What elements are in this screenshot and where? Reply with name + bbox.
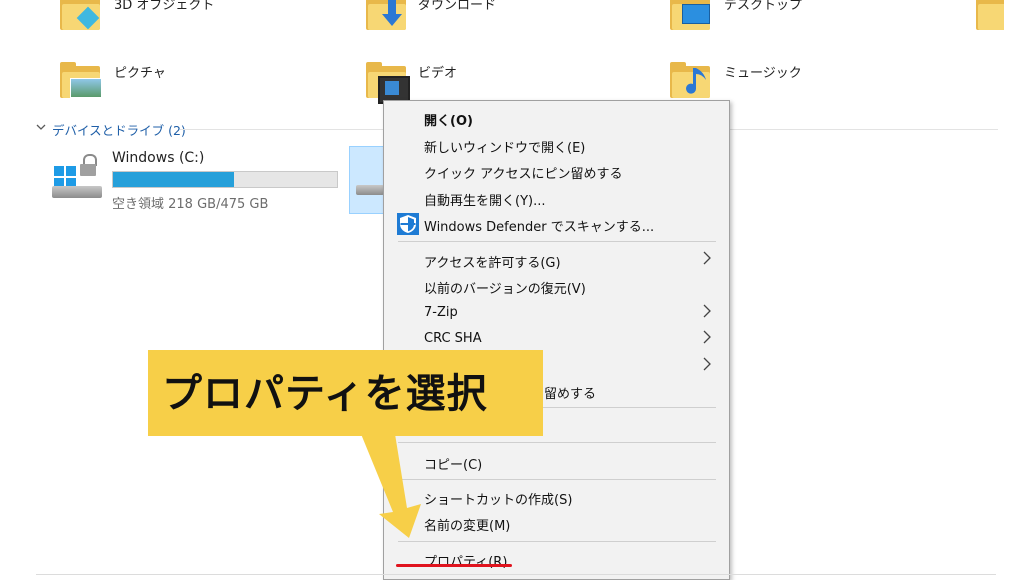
menu-item-crc-sha[interactable]: CRC SHA [424, 331, 482, 346]
landscape-photo-icon [70, 78, 102, 98]
menu-item-pin-start-partial[interactable]: 留めする [544, 383, 596, 402]
callout-text: プロパティを選択 [162, 371, 488, 417]
chevron-down-icon[interactable] [36, 124, 46, 132]
menu-item-open[interactable]: 開く(O) [424, 110, 473, 129]
folder-downloads-icon[interactable] [366, 0, 406, 30]
devices-section-header[interactable]: デバイスとドライブ (2) [52, 120, 186, 139]
folder-videos-icon[interactable] [366, 62, 410, 104]
drive-2-selected-tile[interactable] [349, 146, 385, 214]
menu-item-7zip[interactable]: 7-Zip [424, 305, 458, 320]
music-note-icon [686, 68, 706, 94]
hard-drive-icon [356, 185, 384, 195]
properties-highlight-underline [396, 564, 512, 567]
monitor-icon [682, 4, 710, 24]
shield-icon [397, 213, 419, 235]
context-menu[interactable]: 開く(O) 新しいウィンドウで開く(E) クイック アクセスにピン留めする 自動… [383, 100, 730, 580]
folder-music-icon[interactable] [670, 62, 710, 98]
chevron-right-icon [703, 330, 711, 344]
chevron-right-icon [703, 304, 711, 318]
bottom-divider [36, 574, 996, 575]
lock-icon [80, 154, 97, 176]
drive-c-free-space: 空き領域 218 GB/475 GB [112, 197, 269, 212]
menu-item-pin-quick-access[interactable]: クイック アクセスにピン留めする [424, 163, 622, 182]
chevron-right-icon [703, 251, 711, 265]
hard-drive-icon [52, 186, 102, 198]
folder-label-3d-objects[interactable]: 3D オブジェクト [114, 0, 214, 13]
chevron-right-icon [703, 357, 711, 371]
menu-item-restore-versions[interactable]: 以前のバージョンの復元(V) [424, 278, 586, 297]
folder-pictures-icon[interactable] [60, 62, 102, 98]
menu-separator [398, 442, 716, 443]
folder-label-downloads[interactable]: ダウンロード [418, 0, 496, 13]
folder-partial-icon[interactable] [976, 0, 1004, 30]
menu-item-rename[interactable]: 名前の変更(M) [424, 515, 510, 534]
folder-label-pictures[interactable]: ピクチャ [114, 62, 166, 81]
folder-3d-objects-icon[interactable] [60, 0, 100, 30]
folder-label-music[interactable]: ミュージック [724, 62, 802, 81]
callout-box: プロパティを選択 [148, 350, 543, 436]
menu-item-defender-scan[interactable]: Windows Defender でスキャンする... [424, 216, 654, 235]
menu-separator [398, 541, 716, 542]
menu-separator [398, 479, 716, 480]
folder-label-desktop[interactable]: デスクトップ [724, 0, 802, 13]
menu-separator [398, 241, 716, 242]
callout-arrow-icon [361, 434, 421, 538]
menu-item-open-new-window[interactable]: 新しいウィンドウで開く(E) [424, 137, 585, 156]
windows-logo-icon [54, 166, 76, 188]
drive-c-usage-fill [113, 172, 234, 187]
menu-item-create-shortcut[interactable]: ショートカットの作成(S) [424, 489, 572, 508]
folder-label-videos[interactable]: ビデオ [418, 62, 457, 81]
menu-item-properties[interactable]: プロパティ(R) [424, 551, 507, 570]
download-arrow-icon [382, 0, 402, 26]
folder-desktop-icon[interactable] [670, 0, 710, 30]
windows-drive-icon[interactable] [50, 150, 106, 206]
menu-item-give-access[interactable]: アクセスを許可する(G) [424, 252, 561, 271]
drive-c-name[interactable]: Windows (C:) [112, 150, 204, 166]
drive-c-usage-bar [112, 171, 338, 188]
menu-item-autoplay[interactable]: 自動再生を開く(Y)... [424, 190, 545, 209]
